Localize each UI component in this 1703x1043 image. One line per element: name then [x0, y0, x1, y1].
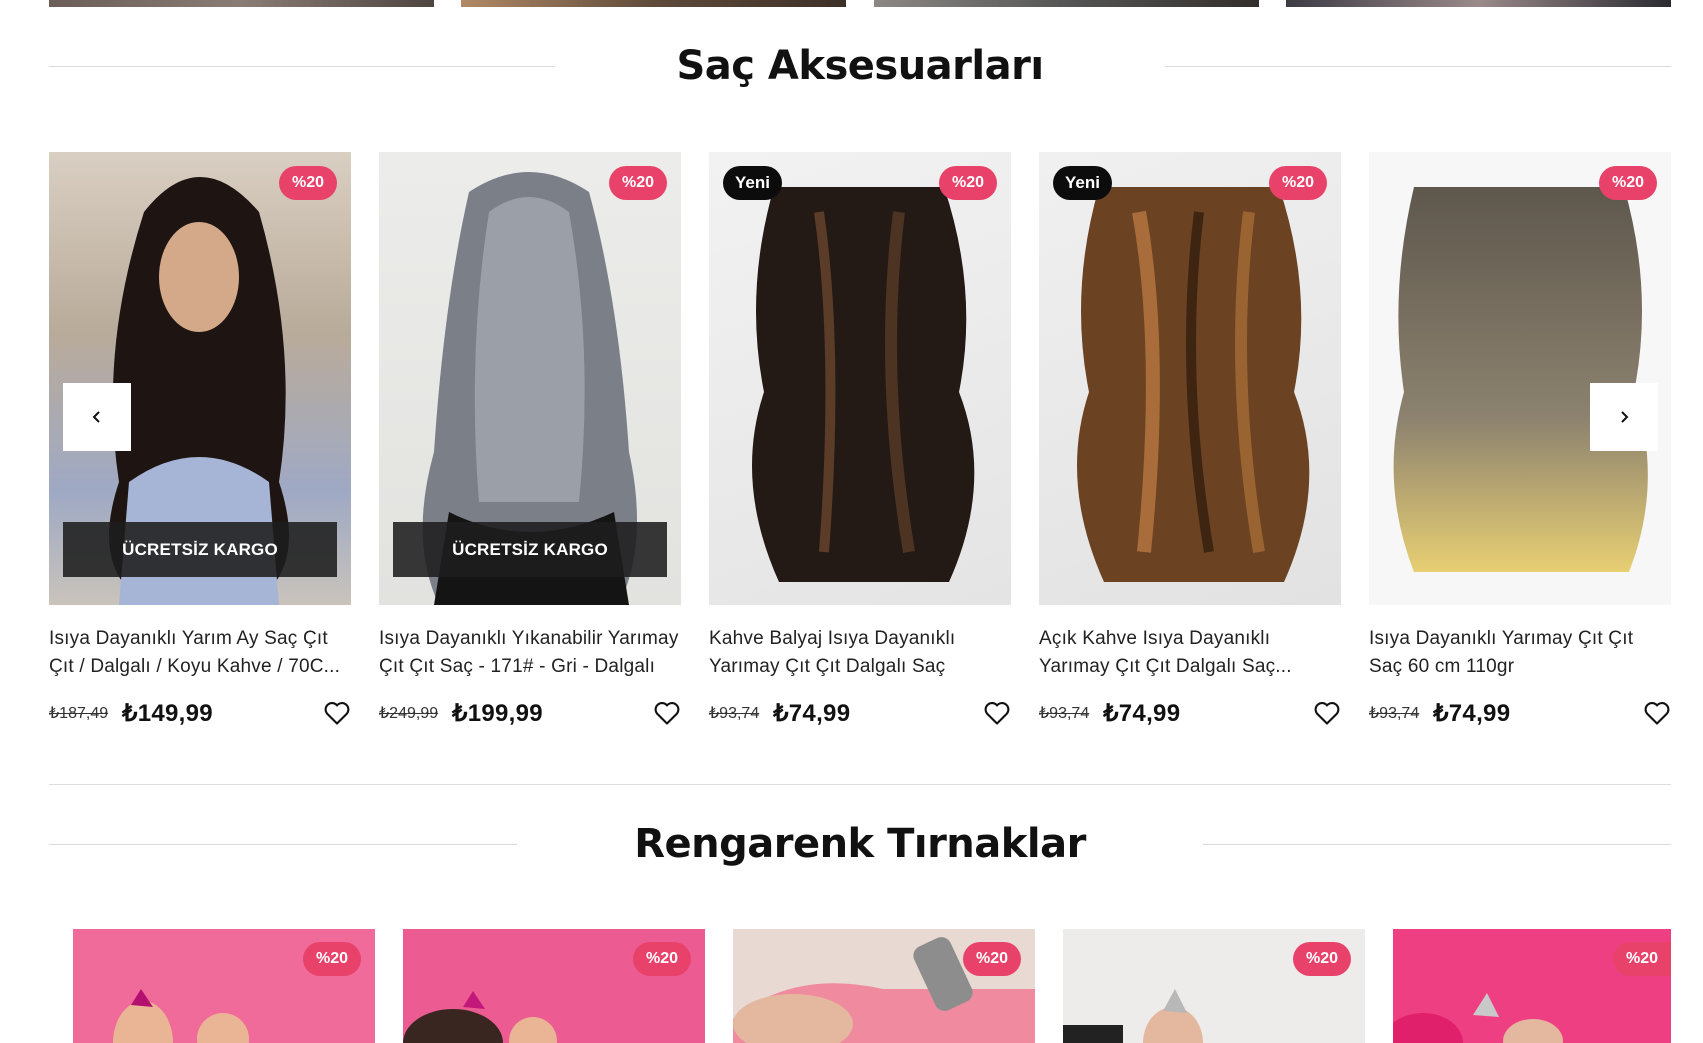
product-image[interactable]: %20 — [403, 929, 705, 1043]
discount-badge: %20 — [1268, 166, 1327, 200]
hair-photo — [752, 187, 975, 582]
product-card[interactable]: %20 ÜCRETSİZ KARGO Isıya Dayanıklı Yıkan… — [379, 152, 681, 730]
price-row: ₺93,74 ₺74,99 — [1039, 696, 1341, 730]
product-title[interactable]: Isıya Dayanıklı Yıkanabilir Yarımay Çıt … — [379, 625, 681, 681]
product-image[interactable]: %20 — [1063, 929, 1365, 1043]
discount-badge: %20 — [1612, 942, 1671, 976]
current-price: ₺74,99 — [773, 699, 851, 727]
product-card[interactable]: Yeni %20 Açık Kahve Isıya Dayanıklı Yarı… — [1039, 152, 1341, 730]
discount-badge: %20 — [1292, 942, 1351, 976]
old-price: ₺249,99 — [379, 705, 439, 722]
product-title[interactable]: Açık Kahve Isıya Dayanıklı Yarımay Çıt Ç… — [1039, 625, 1341, 681]
discount-badge: %20 — [938, 166, 997, 200]
current-price: ₺74,99 — [1433, 699, 1511, 727]
product-title[interactable]: Kahve Balyaj Isıya Dayanıklı Yarımay Çıt… — [709, 625, 1011, 681]
carousel-prev-button[interactable] — [63, 383, 131, 451]
heart-icon[interactable] — [323, 700, 351, 726]
product-image[interactable]: %20 ÜCRETSİZ KARGO — [379, 152, 681, 605]
price-row: ₺249,99 ₺199,99 — [379, 696, 681, 730]
section-header-hair: Saç Aksesuarları — [49, 36, 1671, 96]
free-shipping-label: ÜCRETSİZ KARGO — [63, 522, 337, 577]
heart-icon[interactable] — [983, 700, 1011, 726]
product-image[interactable]: %20 — [73, 929, 375, 1043]
chevron-right-icon — [1621, 411, 1629, 423]
current-price: ₺74,99 — [1103, 699, 1181, 727]
current-price: ₺199,99 — [452, 699, 543, 727]
discount-badge: %20 — [962, 942, 1021, 976]
heart-icon[interactable] — [1313, 700, 1341, 726]
product-card[interactable]: Yeni %20 Kahve Balyaj Isıya Dayanıklı Ya… — [709, 152, 1011, 730]
price-row: ₺93,74 ₺74,99 — [1369, 696, 1671, 730]
section-divider — [49, 784, 1671, 785]
product-image[interactable]: Yeni %20 — [1039, 152, 1341, 605]
product-image[interactable]: %20 — [1393, 929, 1671, 1043]
old-price: ₺93,74 — [1039, 705, 1090, 722]
product-title[interactable]: Isıya Dayanıklı Yarımay Çıt Çıt Saç 60 c… — [1369, 625, 1671, 681]
product-image[interactable]: Yeni %20 — [709, 152, 1011, 605]
old-price: ₺93,74 — [1369, 705, 1420, 722]
product-image[interactable]: %20 — [733, 929, 1035, 1043]
hair-photo — [1393, 187, 1648, 572]
current-price: ₺149,99 — [122, 699, 213, 727]
previous-section-images — [49, 0, 1671, 7]
section-header-nails: Rengarenk Tırnaklar — [49, 814, 1671, 874]
price-row: ₺187,49 ₺149,99 — [49, 696, 351, 730]
discount-badge: %20 — [608, 166, 667, 200]
heart-icon[interactable] — [1643, 700, 1671, 726]
carousel-next-button[interactable] — [1590, 383, 1658, 451]
product-image[interactable]: %20 ÜCRETSİZ KARGO — [49, 152, 351, 605]
chevron-left-icon — [92, 411, 100, 423]
product-title[interactable]: Isıya Dayanıklı Yarım Ay Saç Çıt Çıt / D… — [49, 625, 351, 681]
product-image[interactable] — [49, 0, 434, 7]
price-row: ₺93,74 ₺74,99 — [709, 696, 1011, 730]
new-badge: Yeni — [1053, 166, 1112, 200]
discount-badge: %20 — [632, 942, 691, 976]
discount-badge: %20 — [278, 166, 337, 200]
free-shipping-label: ÜCRETSİZ KARGO — [393, 522, 667, 577]
discount-badge: %20 — [302, 942, 361, 976]
product-image[interactable] — [1286, 0, 1671, 7]
heart-icon[interactable] — [653, 700, 681, 726]
discount-badge: %20 — [1598, 166, 1657, 200]
divider-line — [1165, 66, 1671, 67]
divider-line — [1203, 844, 1671, 845]
product-image[interactable] — [874, 0, 1259, 7]
old-price: ₺93,74 — [709, 705, 760, 722]
hair-photo — [1077, 187, 1310, 582]
new-badge: Yeni — [723, 166, 782, 200]
product-image[interactable]: %20 — [1369, 152, 1671, 605]
old-price: ₺187,49 — [49, 705, 109, 722]
product-image[interactable] — [461, 0, 846, 7]
